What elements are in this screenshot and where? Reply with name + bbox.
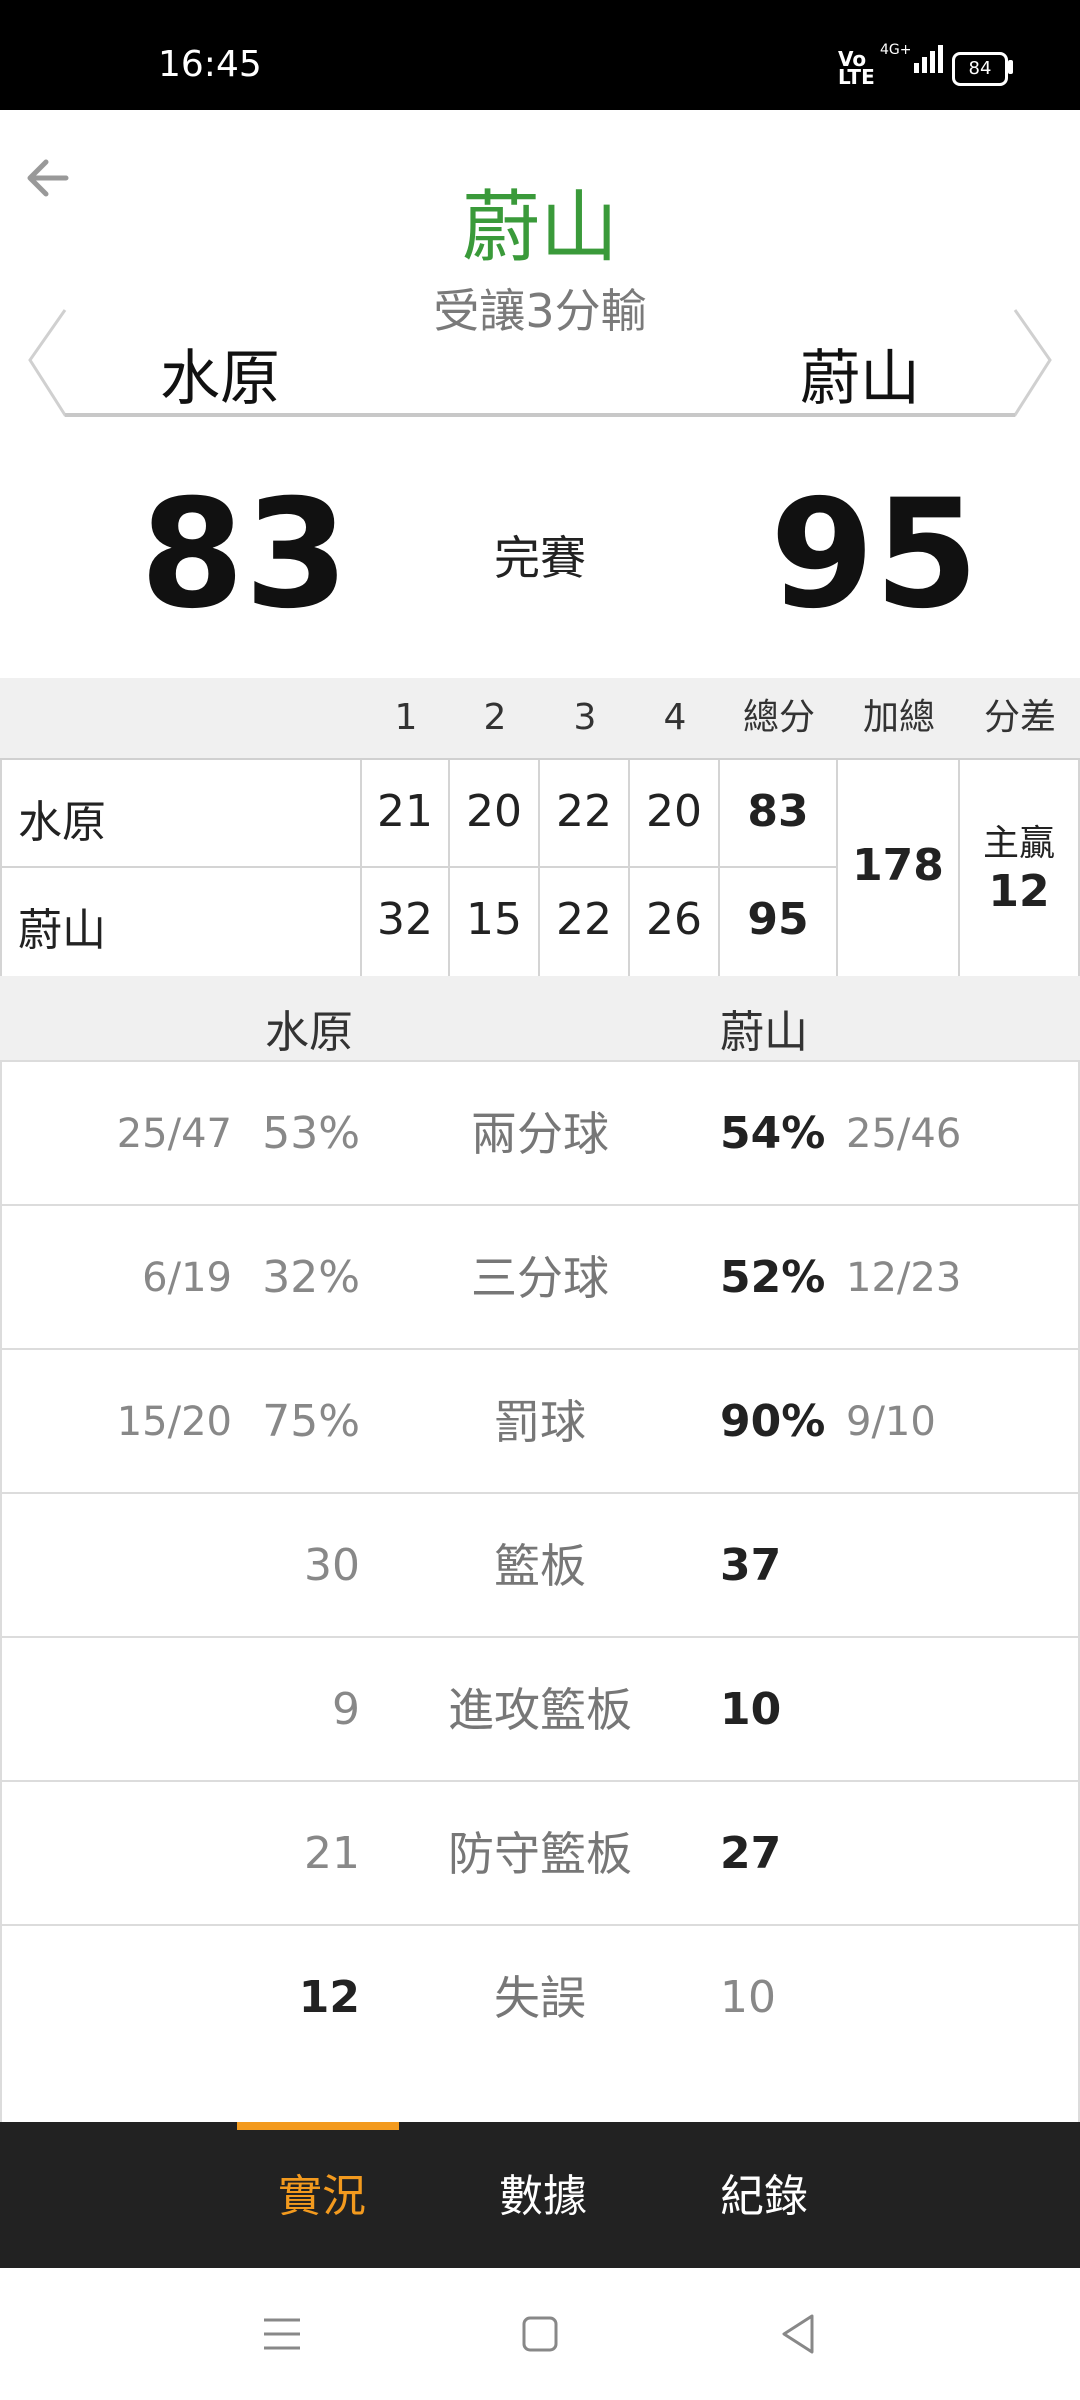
status-time: 16:45: [158, 44, 262, 85]
row-q-score: 20: [466, 786, 522, 837]
quarter-table-header: 1 2 3 4 總分 加總 分差: [0, 678, 1080, 758]
tab-record[interactable]: 紀錄: [720, 2160, 808, 2224]
diff-value: 12: [988, 866, 1050, 917]
header-diff: 分差: [983, 697, 1056, 738]
home-square-icon[interactable]: [520, 2314, 560, 2354]
menu-icon[interactable]: [262, 2314, 302, 2354]
stat-row: 9 進攻籃板 10: [0, 1636, 1080, 1782]
battery-tip: [1008, 60, 1013, 74]
team-right-name[interactable]: 蔚山: [800, 330, 920, 417]
stat-right-value: 10: [720, 1972, 776, 2023]
header-q3: 3: [573, 697, 597, 738]
tab-live[interactable]: 實況: [278, 2160, 366, 2224]
stat-right-value: 52%: [720, 1252, 826, 1303]
stat-row: 25/47 53% 兩分球 54% 25/46: [0, 1060, 1080, 1206]
stats-team-right: 蔚山: [720, 1007, 808, 1058]
stat-right-value: 10: [720, 1684, 782, 1735]
battery-icon: 84: [952, 52, 1008, 86]
row-team-name: 水原: [18, 797, 106, 848]
list-border: [0, 1060, 2, 2122]
header-total: 總分: [742, 697, 815, 738]
stat-row: 15/20 75% 罰球 90% 9/10: [0, 1348, 1080, 1494]
stat-left-value: 21: [304, 1828, 360, 1879]
row-q-score: 22: [556, 894, 612, 945]
header-q4: 4: [663, 697, 687, 738]
row-total: 83: [747, 786, 809, 837]
stat-row: 30 籃板 37: [0, 1492, 1080, 1638]
stat-label: 三分球: [471, 1251, 609, 1305]
header-combined: 加總: [862, 697, 935, 738]
result-team: 蔚山: [461, 183, 618, 273]
row-q-score: 20: [646, 786, 702, 837]
diff-label: 主贏: [982, 823, 1055, 864]
team-left-name[interactable]: 水原: [160, 330, 280, 417]
tab-data[interactable]: 數據: [499, 2160, 587, 2224]
stat-label: 進攻籃板: [448, 1683, 632, 1737]
stat-right-value: 54%: [720, 1108, 826, 1159]
stat-right-fraction: 25/46: [846, 1111, 962, 1157]
stat-left-value: 32%: [262, 1252, 360, 1303]
stat-label: 罰球: [494, 1395, 586, 1449]
stats-team-left: 水原: [265, 1007, 353, 1058]
stat-left-value: 75%: [262, 1396, 360, 1447]
triangle-back-icon[interactable]: [778, 2312, 818, 2356]
stats-header: [0, 976, 1080, 1060]
row-q-score: 15: [466, 894, 522, 945]
stat-right-fraction: 9/10: [846, 1399, 936, 1445]
quarter-table-body: 水原 21 20 22 20 83 蔚山 32 15 22 26 95 178 …: [0, 758, 1080, 979]
stat-row: 21 防守籃板 27: [0, 1780, 1080, 1926]
network-type: 4G+: [880, 42, 912, 58]
row-q-score: 26: [646, 894, 702, 945]
row-q-score: 21: [377, 786, 433, 837]
row-q-score: 32: [377, 894, 433, 945]
stat-left-value: 53%: [262, 1108, 360, 1159]
stat-left-value: 9: [332, 1684, 360, 1735]
stat-left-fraction: 15/20: [116, 1399, 232, 1445]
stat-left-fraction: 25/47: [116, 1111, 232, 1157]
stat-row: 6/19 32% 三分球 52% 12/23: [0, 1204, 1080, 1350]
stat-label: 籃板: [494, 1539, 586, 1593]
stat-left-value: 30: [304, 1540, 360, 1591]
stat-row: 12 失誤 10: [0, 1924, 1080, 2070]
signal-icon: 4G+: [880, 42, 948, 73]
row-q-score: 22: [556, 786, 612, 837]
stat-right-fraction: 12/23: [846, 1255, 962, 1301]
row-team-name: 蔚山: [18, 905, 106, 956]
header-q2: 2: [483, 697, 507, 738]
stat-label: 防守籃板: [448, 1827, 632, 1881]
combined-total: 178: [852, 840, 944, 891]
stat-left-fraction: 6/19: [142, 1255, 232, 1301]
stat-right-value: 90%: [720, 1396, 826, 1447]
stat-left-value: 12: [298, 1972, 360, 2023]
system-nav-bar: [0, 2268, 1080, 2400]
stat-label: 失誤: [494, 1971, 586, 2025]
stat-right-value: 37: [720, 1540, 782, 1591]
tab-active-indicator: [237, 2122, 399, 2130]
header-q1: 1: [394, 697, 418, 738]
row-total: 95: [747, 894, 809, 945]
stat-label: 兩分球: [471, 1107, 609, 1161]
stat-right-value: 27: [720, 1828, 782, 1879]
volte-icon: Vo LTE: [838, 47, 875, 89]
score-right: 95: [770, 468, 979, 642]
